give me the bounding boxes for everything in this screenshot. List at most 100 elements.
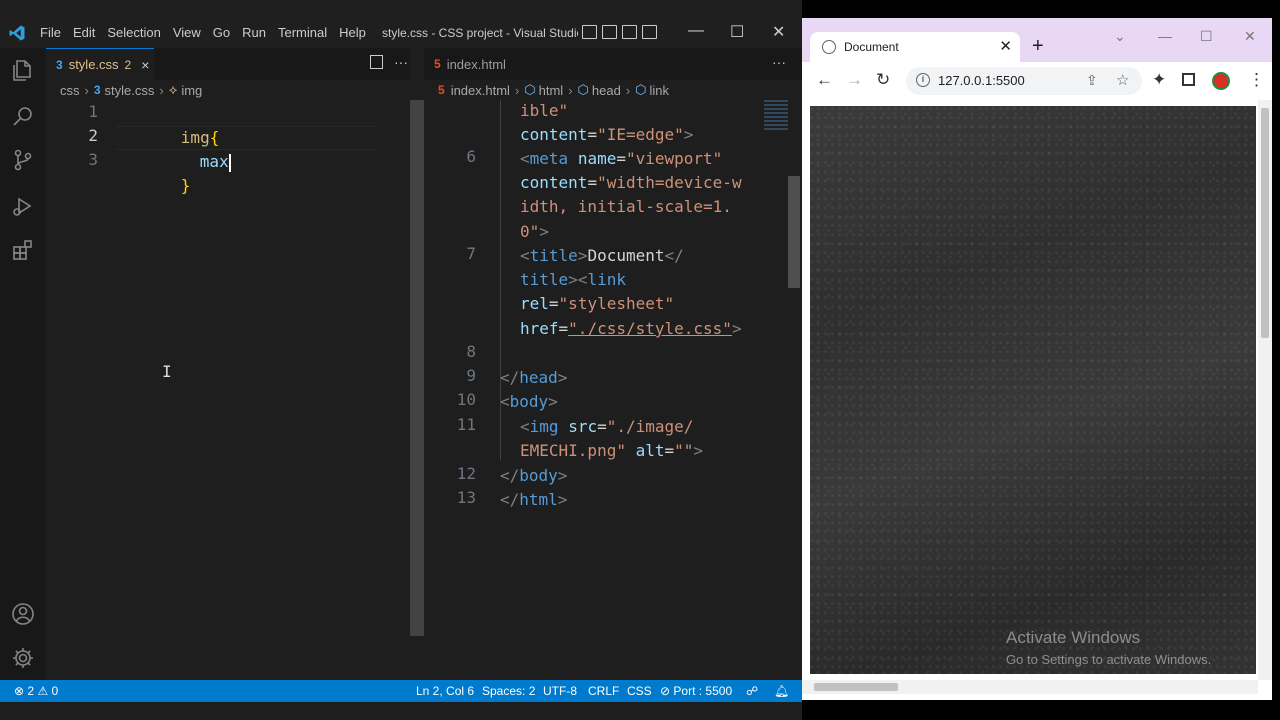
bookmark-star-icon[interactable]: ☆ <box>1116 71 1129 89</box>
more-actions-icon[interactable]: ··· <box>394 54 408 70</box>
cursor-position[interactable]: Ln 2, Col 6 <box>416 684 474 698</box>
notifications-bell-icon[interactable]: 🔔︎ <box>774 684 789 698</box>
breadcrumb-element[interactable]: link <box>650 83 670 98</box>
vscode-window: File Edit Selection View Go Run Terminal… <box>0 0 802 720</box>
maximize-icon[interactable]: ☐ <box>730 22 744 42</box>
problems-status[interactable]: ⊗ 2 ⚠ 0 <box>14 684 58 698</box>
eol-status[interactable]: CRLF <box>588 684 619 698</box>
code-line: </html> <box>500 488 567 512</box>
side-panel-icon[interactable] <box>1182 73 1195 86</box>
menu-view[interactable]: View <box>173 25 201 40</box>
tag-bracket: < <box>520 417 530 436</box>
tab-search-chevron-icon[interactable]: ⌄ <box>1114 28 1126 45</box>
run-debug-icon[interactable] <box>11 194 35 218</box>
indentation-status[interactable]: Spaces: 2 <box>482 684 535 698</box>
close-window-icon[interactable]: ✕ <box>1244 28 1256 45</box>
close-tab-icon[interactable]: ✕ <box>999 37 1012 55</box>
minimap[interactable] <box>764 100 788 130</box>
back-arrow-icon[interactable]: ← <box>816 70 833 90</box>
tag-bracket: > <box>539 222 549 241</box>
site-info-icon[interactable]: i <box>916 73 930 87</box>
breadcrumb-element[interactable]: html <box>539 83 564 98</box>
element-icon: ⬡ <box>635 82 647 97</box>
kebab-menu-icon[interactable]: ⋮ <box>1248 70 1265 90</box>
attr-value: 0" <box>520 222 540 241</box>
code-line: <title>Document</ <box>520 244 684 268</box>
live-server-status[interactable]: ⊘ Port : 5500 <box>660 684 732 698</box>
code-line: <body> <box>500 390 558 414</box>
share-icon[interactable]: ⇪ <box>1086 72 1098 89</box>
attr-value-link[interactable]: "./css/style.css" <box>568 319 732 338</box>
account-icon[interactable] <box>11 602 35 626</box>
breadcrumb-element[interactable]: head <box>592 83 621 98</box>
reload-icon[interactable]: ↻ <box>876 70 890 90</box>
code-line: 0"> <box>520 220 549 244</box>
tag-bracket: < <box>520 246 530 265</box>
toggle-panel-icon[interactable] <box>602 25 617 39</box>
menu-selection[interactable]: Selection <box>107 25 160 40</box>
tag-bracket: > <box>557 368 568 387</box>
breadcrumb-folder[interactable]: css <box>60 83 80 98</box>
tab-style-css[interactable]: 3 style.css 2 × <box>46 48 154 80</box>
more-actions-icon[interactable]: ··· <box>772 54 786 70</box>
right-scrollbar[interactable] <box>788 176 800 288</box>
menu-run[interactable]: Run <box>242 25 266 40</box>
tab-label: style.css <box>68 57 119 72</box>
problem-count-badge: 2 <box>124 57 132 72</box>
menu-go[interactable]: Go <box>213 25 230 40</box>
extensions-icon[interactable] <box>11 238 35 262</box>
activation-watermark-title: Activate Windows <box>1006 628 1141 647</box>
toggle-sidebar-icon[interactable] <box>582 25 597 39</box>
menu-help[interactable]: Help <box>339 25 366 40</box>
right-code-editor[interactable]: 6 7 8 9 10 11 12 13 ible" content="IE=ed… <box>424 100 788 680</box>
close-tab-icon[interactable]: × <box>141 57 149 73</box>
scrollbar-thumb[interactable] <box>1261 108 1269 338</box>
split-editor-icon[interactable] <box>370 55 383 69</box>
attr-value: "viewport" <box>625 149 723 168</box>
left-code-editor[interactable]: 1 2 3 img{ max } I <box>46 100 410 680</box>
code-line: </head> <box>500 366 567 390</box>
menu-terminal[interactable]: Terminal <box>278 25 327 40</box>
attr-name: href <box>520 319 559 338</box>
page-horizontal-scrollbar[interactable] <box>802 680 1258 694</box>
forward-arrow-icon[interactable]: → <box>846 70 863 90</box>
breadcrumb-symbol[interactable]: img <box>181 83 202 98</box>
ibeam-cursor-icon: I <box>162 362 172 381</box>
code-line: ible" <box>520 100 568 123</box>
customize-layout-icon[interactable] <box>642 25 657 39</box>
language-mode[interactable]: CSS <box>627 684 652 698</box>
symbol-icon: ⟡ <box>168 82 178 97</box>
new-tab-icon[interactable]: + <box>1032 35 1044 58</box>
page-vertical-scrollbar[interactable] <box>1258 100 1272 680</box>
tab-index-html[interactable]: 5 index.html <box>424 48 528 80</box>
code-line: <meta name="viewport" <box>520 147 722 171</box>
menu-edit[interactable]: Edit <box>73 25 95 40</box>
menu-file[interactable]: File <box>40 25 61 40</box>
minimize-icon[interactable]: — <box>1158 28 1172 44</box>
line-number: 3 <box>88 150 98 169</box>
address-bar[interactable]: i 127.0.0.1:5500 ⇪ ☆ <box>906 67 1142 95</box>
line-number: 7 <box>466 244 476 263</box>
left-scrollbar[interactable] <box>410 100 424 636</box>
breadcrumb-file[interactable]: style.css <box>105 83 155 98</box>
profile-avatar[interactable] <box>1212 72 1230 90</box>
close-window-icon[interactable]: ✕ <box>772 22 785 42</box>
url-text: 127.0.0.1:5500 <box>938 73 1025 88</box>
minimize-icon[interactable]: — <box>688 22 704 40</box>
feedback-icon[interactable]: ☍ <box>746 684 758 698</box>
source-control-icon[interactable] <box>11 148 35 172</box>
explorer-icon[interactable] <box>11 58 35 82</box>
maximize-icon[interactable]: ☐ <box>1200 28 1213 45</box>
extensions-puzzle-icon[interactable]: ✦ <box>1152 70 1166 90</box>
scrollbar-thumb[interactable] <box>814 683 898 691</box>
attr-value: idth, initial-scale=1. <box>520 197 732 216</box>
toggle-secondary-sidebar-icon[interactable] <box>622 25 637 39</box>
tab-label: index.html <box>446 56 506 72</box>
settings-gear-icon[interactable] <box>11 646 35 670</box>
browser-tab-document[interactable]: Document ✕ <box>810 32 1020 62</box>
breadcrumb-file[interactable]: index.html <box>451 83 510 98</box>
code-line: <img src="./image/ <box>520 415 693 439</box>
line-number: 1 <box>88 102 98 121</box>
search-icon[interactable] <box>11 104 35 128</box>
encoding-status[interactable]: UTF-8 <box>543 684 577 698</box>
